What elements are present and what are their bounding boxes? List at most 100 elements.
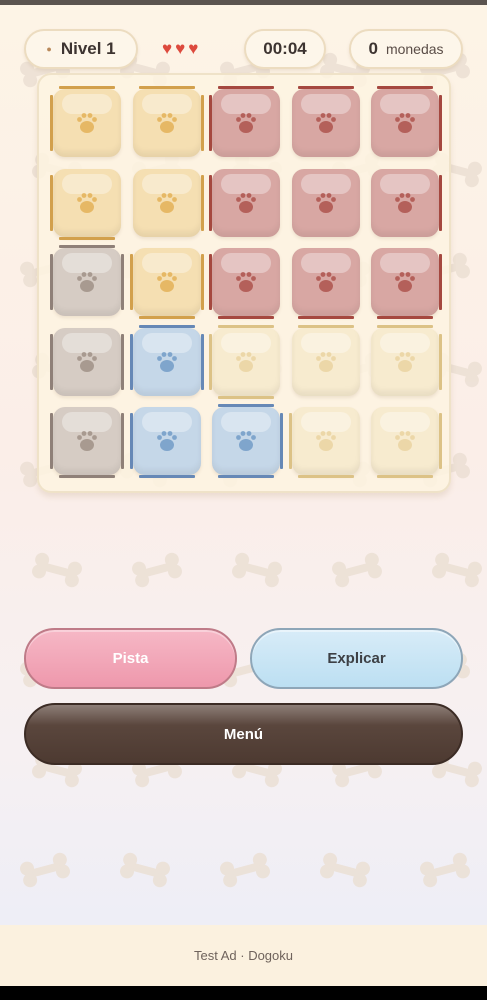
region-border xyxy=(377,324,433,328)
paw-icon xyxy=(395,272,415,292)
region-border xyxy=(218,86,274,89)
region-border xyxy=(59,475,115,478)
region-border xyxy=(138,475,195,478)
region-border xyxy=(138,324,195,328)
bone-icon xyxy=(120,852,170,888)
region-border xyxy=(439,174,442,231)
board-cell[interactable] xyxy=(371,168,442,237)
paw-icon xyxy=(395,351,415,372)
paw-icon xyxy=(236,192,256,213)
paw-icon xyxy=(315,272,336,292)
region-border xyxy=(59,245,115,248)
timer-pill: 00:04 xyxy=(244,29,326,69)
board-cell[interactable] xyxy=(291,168,360,237)
board-cell[interactable] xyxy=(371,86,442,157)
region-border xyxy=(200,174,204,231)
region-border xyxy=(439,95,442,151)
board-cell[interactable] xyxy=(209,168,280,237)
region-border xyxy=(218,475,274,478)
paw-icon xyxy=(395,113,415,133)
explain-button[interactable]: Explicar xyxy=(250,628,463,689)
board-cell[interactable] xyxy=(50,245,124,316)
region-border xyxy=(129,333,133,390)
region-border xyxy=(209,333,212,390)
region-border xyxy=(50,413,53,469)
board-cell[interactable] xyxy=(291,86,360,157)
hint-button[interactable]: Pista xyxy=(24,628,237,689)
board-cell[interactable] xyxy=(288,407,360,478)
paw-icon xyxy=(156,351,177,372)
bone-icon xyxy=(32,552,82,588)
region-border xyxy=(439,254,442,310)
bone-icon xyxy=(420,852,470,888)
region-border xyxy=(209,174,212,231)
menu-button[interactable]: Menú xyxy=(24,703,463,765)
status-bar-strip xyxy=(0,0,487,5)
board-cell[interactable] xyxy=(209,324,280,399)
region-border xyxy=(377,316,433,319)
paw-icon xyxy=(236,431,256,451)
region-border xyxy=(50,174,53,231)
bone-icon xyxy=(432,552,482,588)
board-cell[interactable] xyxy=(50,86,121,157)
region-border xyxy=(50,95,53,151)
board-cell[interactable] xyxy=(50,327,124,396)
board-cell[interactable] xyxy=(291,248,360,319)
region-border xyxy=(200,333,204,390)
coins-label: monedas xyxy=(385,41,444,57)
paw-icon xyxy=(77,431,97,451)
region-border xyxy=(121,333,124,390)
board-cell[interactable] xyxy=(129,324,204,396)
coins-pill: 0 monedas xyxy=(349,29,463,69)
region-border xyxy=(439,333,442,390)
heart-icon: ♥ xyxy=(188,39,199,58)
region-border xyxy=(288,413,292,469)
board-cell[interactable] xyxy=(212,404,283,478)
region-border xyxy=(129,413,133,469)
paw-icon xyxy=(236,272,256,292)
bone-icon xyxy=(320,852,370,888)
board-cell[interactable] xyxy=(132,168,204,237)
region-border xyxy=(218,404,274,407)
level-label: Nivel 1 xyxy=(60,39,116,58)
hud-bar: ● Nivel 1 ♥ ♥ ♥ 00:04 0 monedas xyxy=(0,29,487,69)
board-cell[interactable] xyxy=(371,407,442,478)
board-cell[interactable] xyxy=(132,86,204,157)
menu-button-label: Menú xyxy=(223,725,264,743)
region-border xyxy=(297,324,354,328)
ad-banner[interactable]: Test Ad · Dogoku xyxy=(0,925,487,986)
paw-icon xyxy=(395,192,415,213)
region-border xyxy=(209,95,212,151)
paw-icon xyxy=(156,431,177,451)
paw-icon xyxy=(236,351,256,372)
lives-indicator: ♥ ♥ ♥ xyxy=(162,39,198,59)
navigation-bar-strip xyxy=(0,986,487,1000)
paw-icon xyxy=(156,272,177,292)
board-cell[interactable] xyxy=(371,248,442,319)
hint-button-label: Pista xyxy=(112,650,149,667)
region-border xyxy=(377,475,433,478)
bone-icon xyxy=(132,552,182,588)
region-border xyxy=(121,413,124,469)
paw-icon xyxy=(156,192,177,213)
region-border xyxy=(297,86,354,89)
board-cell[interactable] xyxy=(129,248,204,319)
region-border xyxy=(50,254,53,310)
board-cell[interactable] xyxy=(50,407,124,478)
board-cell[interactable] xyxy=(291,324,360,396)
board-cell[interactable] xyxy=(129,407,201,478)
paw-icon xyxy=(315,192,336,213)
region-border xyxy=(297,316,354,319)
ad-text: Test Ad · Dogoku xyxy=(194,948,293,963)
paw-icon xyxy=(77,351,97,372)
board-cell[interactable] xyxy=(371,324,442,396)
board-cell[interactable] xyxy=(209,248,280,319)
bone-icon xyxy=(332,552,382,588)
paw-icon xyxy=(77,192,97,213)
heart-icon: ♥ xyxy=(175,39,186,58)
heart-icon: ♥ xyxy=(162,39,173,58)
paw-icon xyxy=(77,113,97,133)
board-cell[interactable] xyxy=(209,86,280,157)
explain-button-label: Explicar xyxy=(327,650,386,667)
board-cell[interactable] xyxy=(50,168,121,240)
